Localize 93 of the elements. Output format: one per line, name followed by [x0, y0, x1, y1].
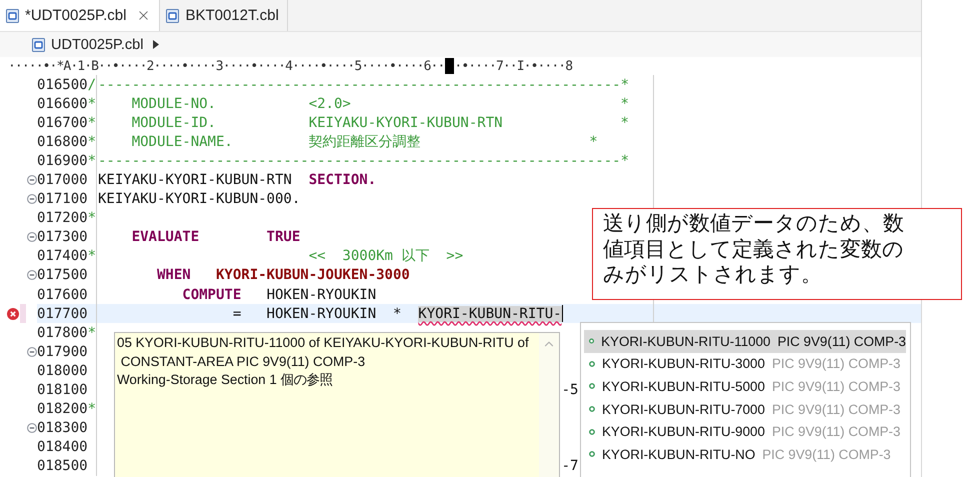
- hover-text: Working-Storage Section 1 個の参照: [117, 371, 334, 390]
- line-number: 017400: [37, 248, 88, 264]
- line-number: 017500: [37, 267, 88, 284]
- file-icon: [32, 38, 45, 52]
- caret-icon[interactable]: [153, 40, 160, 49]
- code-text: SECTION.: [308, 172, 376, 188]
- column-ruler: ·····•·*A·1·B··•····2····•····3····•····4····•····5····•····6··: [8, 58, 444, 74]
- collapse-icon[interactable]: [26, 232, 36, 242]
- callout-note: 送り側が数値データのため、数値項目として定義された変数のみがリストされます。: [603, 211, 905, 288]
- variable-type: PIC 9V9(11) COMP-3: [772, 378, 900, 394]
- line-number: 016700: [37, 114, 88, 131]
- line-number: 018000: [37, 362, 88, 379]
- line-number: 017300: [37, 229, 88, 246]
- completion-item[interactable]: KYORI-KUBUN-RITU-11000 PIC 9V9(11) COMP-3: [584, 330, 906, 353]
- code-text: --------------------------------------------------------------*: [98, 76, 629, 93]
- line-number: 017200: [37, 210, 88, 226]
- code-text: -5: [562, 382, 578, 398]
- variable-type: PIC 9V9(11) COMP-3: [772, 424, 900, 440]
- code-text: MODULE-NAME. 契約距離区分調整 *: [132, 132, 598, 151]
- file-icon: [166, 8, 180, 22]
- collapse-icon[interactable]: [26, 270, 36, 280]
- code-text: MODULE-ID. KEIYAKU-KYORI-KUBUN-RTN *: [132, 114, 629, 131]
- line-number: 018300: [37, 420, 88, 436]
- indicator: /: [88, 76, 96, 93]
- error-marker: [20, 304, 26, 324]
- text-cursor: [562, 305, 564, 322]
- line-number: 018100: [37, 382, 88, 398]
- circle-icon: [589, 338, 594, 344]
- line-number: 018400: [37, 439, 88, 456]
- column-ruler: ·•····7··I·•····8: [454, 58, 572, 74]
- variable-name: KYORI-KUBUN-RITU-NO: [602, 446, 756, 462]
- variable-name: KYORI-KUBUN-RITU-11000: [601, 334, 770, 349]
- code-text: KEIYAKU-KYORI-KUBUN-RTN: [98, 172, 292, 188]
- circle-icon: [589, 406, 595, 412]
- indicator: *: [88, 114, 96, 131]
- variable-type: PIC 9V9(11) COMP-3: [772, 356, 900, 372]
- indicator: *: [88, 324, 96, 341]
- variable-name: KYORI-KUBUN-RITU-9000: [602, 424, 765, 440]
- breadcrumb-item[interactable]: UDT0025P.cbl: [51, 36, 144, 52]
- line-number: 017700: [37, 306, 88, 322]
- code-text: HOKEN-RYOUKIN: [266, 286, 376, 303]
- completion-item[interactable]: KYORI-KUBUN-RITU-7000 PIC 9V9(11) COMP-3: [584, 398, 906, 420]
- collapse-icon[interactable]: [26, 346, 36, 357]
- code-text: KEIYAKU-KYORI-KUBUN-000.: [98, 191, 300, 208]
- indicator: *: [88, 210, 96, 226]
- code-text: << 3000Km 以下 >>: [308, 247, 464, 266]
- variable-name: KYORI-KUBUN-RITU-5000: [602, 378, 765, 394]
- collapse-icon[interactable]: [26, 423, 36, 434]
- completion-item[interactable]: KYORI-KUBUN-RITU-9000 PIC 9V9(11) COMP-3: [584, 420, 906, 443]
- collapse-icon[interactable]: [26, 175, 36, 186]
- line-number: 016900: [37, 152, 88, 169]
- code-text: --------------------------------------------------------------*: [98, 152, 629, 169]
- hover-text: 05 KYORI-KUBUN-RITU-11000 of KEIYAKU-KYORI-KUBUN-RITU of CONSTANT-AREA PIC 9V9(11) COMP-3: [117, 334, 530, 371]
- indicator: *: [88, 248, 96, 264]
- line-number: 016500: [37, 76, 88, 93]
- file-icon: [6, 8, 19, 22]
- indicator: *: [88, 96, 96, 112]
- line-number: 017800: [37, 324, 88, 341]
- variable-name: KYORI-KUBUN-RITU-3000: [602, 356, 765, 372]
- variable-type: PIC 9V9(11) COMP-3: [772, 402, 900, 417]
- indicator: *: [88, 134, 96, 150]
- line-number: 017600: [37, 286, 88, 303]
- editor-tab[interactable]: *UDT0025P.cbl: [0, 0, 160, 31]
- circle-icon: [589, 360, 595, 367]
- code-text: MODULE-NO. <2.0> *: [132, 96, 629, 112]
- completion-item[interactable]: KYORI-KUBUN-RITU-3000 PIC 9V9(11) COMP-3: [584, 352, 906, 376]
- completion-item[interactable]: KYORI-KUBUN-RITU-5000 PIC 9V9(11) COMP-3: [584, 375, 906, 398]
- line-number: 018200: [37, 401, 88, 418]
- code-text: WHEN: [156, 267, 191, 284]
- circle-icon: [589, 383, 595, 390]
- line-number: 017900: [37, 344, 88, 360]
- circle-icon: [589, 428, 595, 435]
- column-marker: [444, 58, 454, 74]
- variable-type: PIC 9V9(11) COMP-3: [762, 446, 891, 462]
- line-number: 018500: [37, 458, 88, 474]
- code-text: KYORI-KUBUN-JOUKEN-3000: [216, 267, 410, 284]
- code-text: EVALUATE: [132, 229, 200, 246]
- code-text: COMPUTE: [182, 286, 242, 303]
- completion-item[interactable]: KYORI-KUBUN-RITU-NO PIC 9V9(11) COMP-3: [584, 442, 906, 466]
- variable-type: PIC 9V9(11) COMP-3: [778, 334, 906, 349]
- code-text: TRUE: [266, 229, 300, 246]
- line-number: 016800: [37, 134, 88, 150]
- circle-icon: [589, 451, 595, 458]
- code-text: = HOKEN-RYOUKIN *: [232, 306, 402, 322]
- line-number: 016600: [37, 96, 88, 112]
- code-text: -7: [562, 458, 578, 474]
- indicator: *: [88, 152, 96, 169]
- variable-name: KYORI-KUBUN-RITU-7000: [602, 402, 765, 417]
- code-text: KYORI-KUBUN-RITU-: [418, 306, 562, 322]
- line-number: 017000: [37, 172, 88, 188]
- line-number: 017100: [37, 191, 88, 208]
- collapse-icon[interactable]: [26, 194, 36, 204]
- indicator: *: [88, 401, 96, 418]
